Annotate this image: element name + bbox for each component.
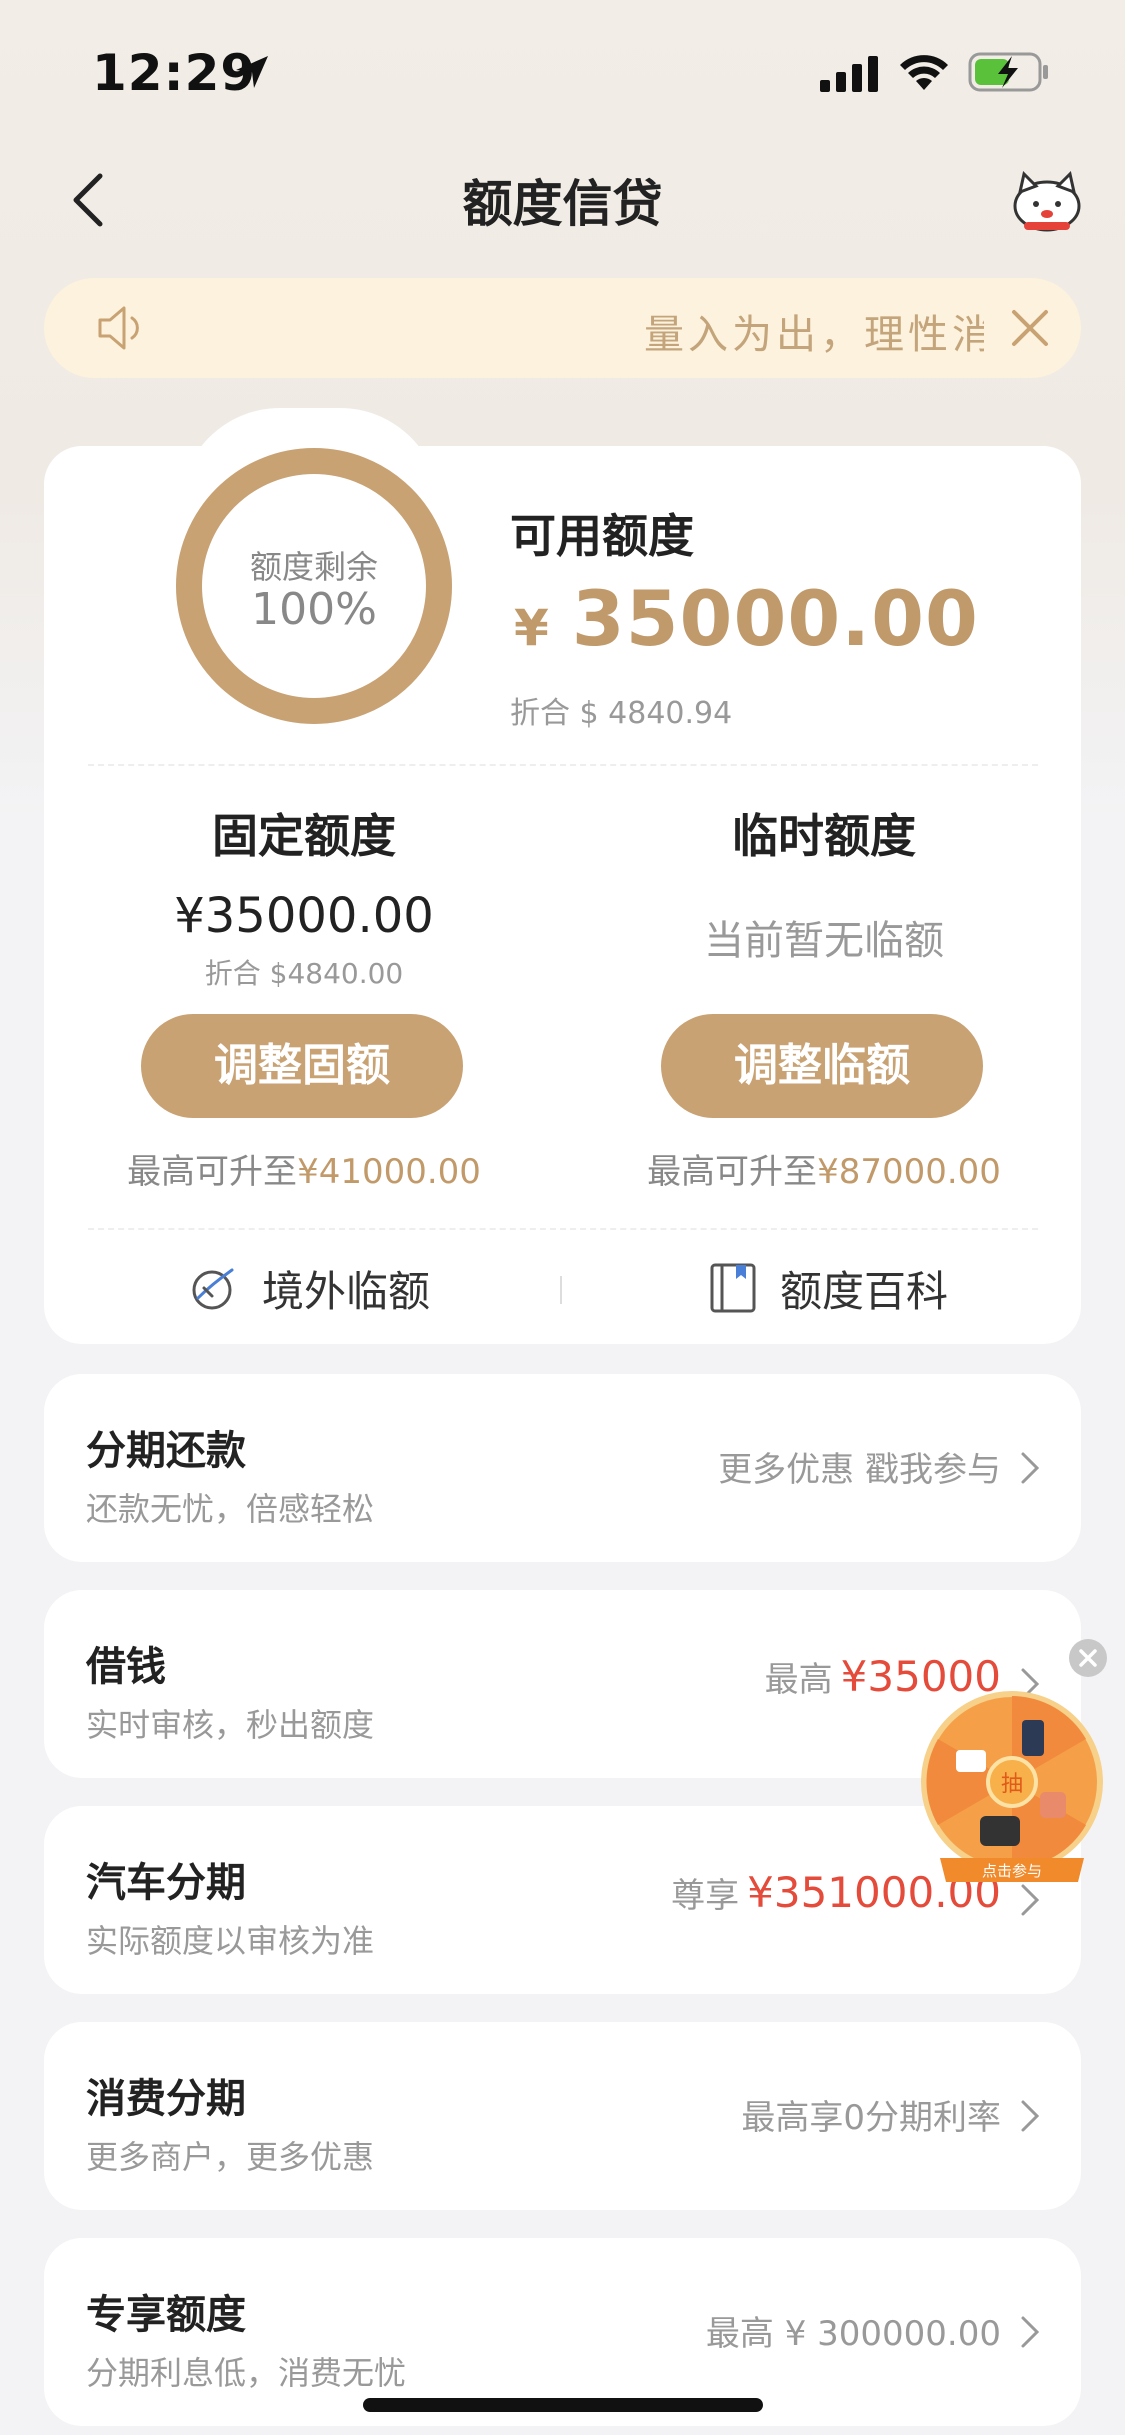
home-indicator (363, 2398, 763, 2412)
available-amount-value: 35000.00 (571, 574, 979, 663)
temp-credit-title: 临时额度 (732, 809, 916, 863)
location-arrow-icon (236, 56, 268, 88)
adjust-fixed-button[interactable]: 调整固额 (141, 1014, 463, 1118)
ring-percent: 100% (251, 584, 377, 635)
available-credit-label: 可用额度 (510, 509, 694, 563)
temp-credit-column: 临时额度 当前暂无临额 (584, 800, 1064, 966)
fixed-credit-converted: 折合 $4840.00 (204, 957, 404, 990)
fixed-credit-title: 固定额度 (212, 809, 396, 863)
row-desc: 更多商户，更多优惠 (86, 2138, 375, 2176)
overseas-temp-link[interactable]: 境外临额 (188, 1248, 430, 1328)
temp-max-prefix: 最高可升至 (647, 1152, 818, 1192)
row-right-text: 最高 ¥ 300000.00 (706, 2306, 1001, 2355)
speaker-icon (98, 306, 139, 350)
close-icon[interactable] (1006, 304, 1054, 352)
row-desc: 分期利息低，消费无忧 (86, 2354, 407, 2392)
temp-credit-none: 当前暂无临额 (704, 918, 944, 964)
wheel-center-label: 抽 (1001, 1772, 1023, 1797)
credit-wiki-link[interactable]: 额度百科 (708, 1248, 948, 1328)
list-item-installment-repay[interactable]: 分期还款 还款无忧，倍感轻松 更多优惠 戳我参与 (44, 1374, 1081, 1562)
lucky-cat-mascot-icon[interactable] (1010, 166, 1084, 234)
row-right-text: 更多优惠 戳我参与 (718, 1442, 1001, 1491)
adjust-temp-button[interactable]: 调整临额 (661, 1014, 983, 1118)
divider (88, 764, 1038, 766)
promo-close-icon[interactable] (1068, 1638, 1108, 1678)
row-title: 借钱 (86, 1644, 166, 1690)
row-right-label: 最高 ¥ 300000.00 (705, 2314, 1001, 2354)
row-desc: 还款无忧，倍感轻松 (86, 1490, 375, 1528)
available-converted: 折合 $ 4840.94 (510, 696, 733, 731)
battery-charging-icon (968, 52, 1048, 92)
row-desc: 实际额度以审核为准 (86, 1922, 375, 1960)
divider (88, 1228, 1038, 1230)
list-item-consumer-installment[interactable]: 消费分期 更多商户，更多优惠 最高享0分期利率 (44, 2022, 1081, 2210)
book-icon (710, 1263, 756, 1313)
fixed-max-prefix: 最高可升至 (127, 1152, 298, 1192)
globe-plane-icon (192, 1268, 234, 1310)
cellular-signal-icon (820, 56, 878, 92)
wheel-caption: 点击参与 (982, 1862, 1042, 1880)
fixed-max-line: 最高可升至¥41000.00 (64, 1144, 544, 1193)
notice-text: 量入为出，理性消费 (644, 312, 984, 358)
row-title: 消费分期 (86, 2076, 246, 2122)
card-links: 境外临额 额度百科 (44, 1248, 1081, 1328)
temp-max-value: ¥87000.00 (817, 1152, 1001, 1192)
notice-banner[interactable]: 量入为出，理性消费 (44, 278, 1081, 378)
fixed-credit-amount: ¥35000.00 (174, 888, 434, 944)
row-title: 汽车分期 (86, 1860, 246, 1906)
fixed-max-value: ¥41000.00 (297, 1152, 481, 1192)
row-title: 分期还款 (86, 1428, 246, 1474)
chevron-right-icon (1021, 2100, 1040, 2132)
temp-max-line: 最高可升至¥87000.00 (584, 1144, 1064, 1193)
row-desc: 实时审核，秒出额度 (86, 1706, 375, 1744)
overseas-temp-label: 境外临额 (262, 1266, 431, 1316)
nav-bar: 额度信贷 (0, 150, 1125, 250)
credit-wiki-label: 额度百科 (780, 1266, 949, 1316)
credit-summary-card: 额度剩余 100% 可用额度 ¥35000.00 折合 $ 4840.94 固定… (44, 446, 1081, 1344)
status-bar: 12:29 (0, 0, 1125, 140)
chevron-right-icon (1021, 2316, 1040, 2348)
wifi-icon (900, 55, 948, 90)
chevron-right-icon (1021, 1452, 1040, 1484)
link-separator (560, 1276, 562, 1304)
available-credit-amount: ¥35000.00 (514, 574, 979, 663)
row-right-label: 尊享 (671, 1876, 740, 1916)
row-right-label: 更多优惠 戳我参与 (718, 1450, 1001, 1490)
page-title: 额度信贷 (462, 175, 663, 233)
lucky-wheel-widget[interactable]: 抽 点击参与 (920, 1690, 1104, 1890)
row-right-text: 最高享0分期利率 (741, 2090, 1001, 2139)
row-title: 专享额度 (86, 2292, 246, 2338)
ring-label: 额度剩余 (249, 548, 378, 586)
row-right-label: 最高 (764, 1660, 833, 1700)
fixed-credit-column: 固定额度 ¥35000.00 折合 $4840.00 (64, 800, 544, 992)
currency-symbol: ¥ (514, 599, 550, 657)
row-right-label: 最高享0分期利率 (741, 2098, 1001, 2138)
lucky-wheel-icon: 抽 点击参与 (921, 1691, 1103, 1882)
